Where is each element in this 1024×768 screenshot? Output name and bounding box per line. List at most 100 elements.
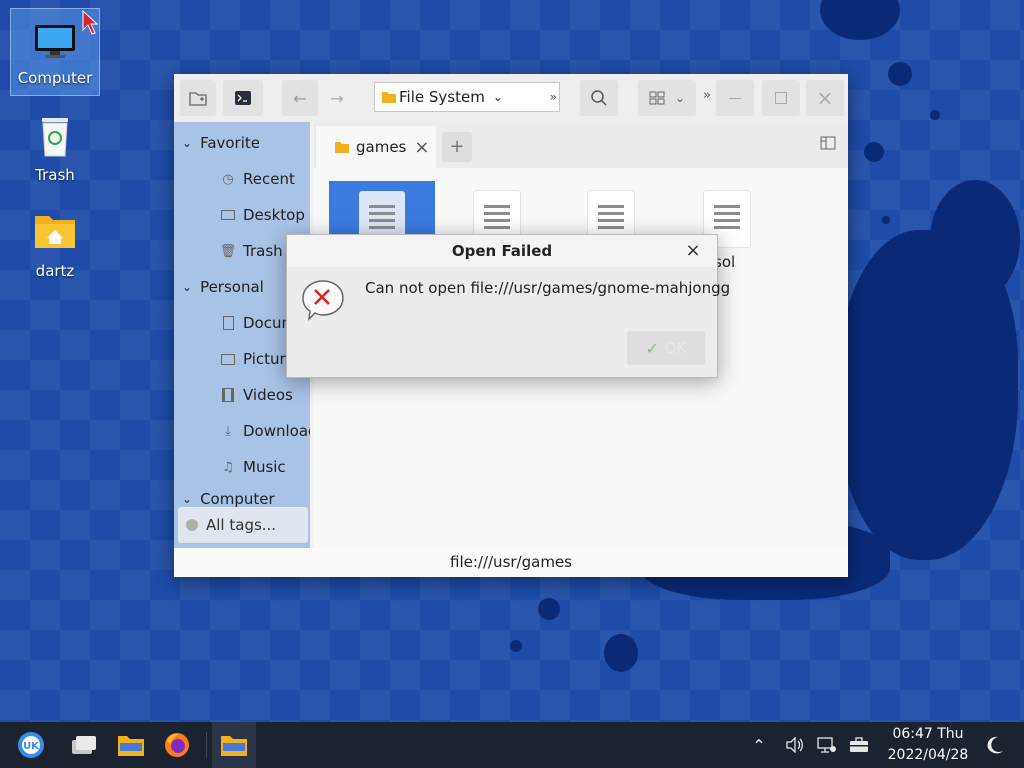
- sidebar-item-videos[interactable]: Videos: [174, 378, 310, 412]
- wallpaper-blob: [888, 62, 912, 86]
- sidebar-group-label: Personal: [200, 278, 264, 296]
- taskbar-separator: [206, 732, 207, 758]
- desktop-icon: [220, 207, 236, 223]
- terminal-button[interactable]: [223, 80, 263, 116]
- volume-button[interactable]: [784, 734, 806, 756]
- sidebar-group-label: Computer: [200, 490, 275, 508]
- tab-bar: games × +: [314, 122, 848, 168]
- picture-icon: [220, 351, 236, 367]
- desktop-icon-label: dartz: [35, 262, 75, 280]
- show-desktop-button[interactable]: [70, 731, 98, 759]
- arrow-left-icon: ←: [293, 88, 307, 108]
- wallpaper-blob: [820, 0, 900, 40]
- all-tags-button[interactable]: All tags...: [178, 507, 308, 543]
- sidebar-item-label: Music: [243, 458, 286, 476]
- maximize-button[interactable]: [762, 80, 800, 116]
- desktop-icon-trash[interactable]: Trash: [10, 104, 100, 192]
- toolbox-button[interactable]: [848, 734, 870, 756]
- network-icon: [817, 737, 836, 753]
- firefox-launcher[interactable]: [163, 731, 191, 759]
- folder-icon: [221, 736, 247, 756]
- wallpaper-blob: [882, 216, 890, 224]
- address-overflow[interactable]: »: [550, 90, 557, 104]
- new-folder-button[interactable]: [180, 80, 216, 116]
- address-bar[interactable]: File System ⌄ »: [374, 82, 560, 112]
- status-bar: file:///usr/games: [174, 548, 848, 577]
- moon-icon: [987, 736, 1003, 754]
- dialog-close-button[interactable]: ×: [683, 241, 703, 261]
- file-name: sol: [714, 253, 736, 271]
- speaker-icon: [786, 737, 803, 753]
- search-button[interactable]: [580, 80, 618, 116]
- file-item[interactable]: [329, 181, 435, 235]
- wallpaper-blob: [538, 598, 560, 620]
- clock[interactable]: 06:47 Thu 2022/04/28: [880, 724, 976, 766]
- ok-label: OK: [664, 339, 687, 357]
- plus-icon: +: [449, 136, 465, 157]
- close-icon: ×: [816, 86, 834, 110]
- taskbar: UK ⌃ 06:47 Thu 2022/04/28: [0, 722, 1024, 768]
- file-manager-launcher[interactable]: [117, 731, 145, 759]
- chevron-down-icon: ⌄: [182, 492, 193, 506]
- sidebar-item-desktop[interactable]: Desktop: [174, 198, 310, 232]
- sidebar-item-label: Desktop: [243, 206, 305, 224]
- wallpaper-blob: [930, 180, 1020, 300]
- tab-games[interactable]: games ×: [316, 126, 436, 168]
- sidebar-item-label: Recent: [243, 170, 295, 188]
- split-view-icon[interactable]: [820, 136, 836, 150]
- forward-button[interactable]: →: [320, 80, 354, 116]
- chevron-down-icon: ⌄: [492, 90, 503, 104]
- clock-icon: ◷: [222, 171, 234, 187]
- network-button[interactable]: [816, 734, 838, 756]
- sidebar-group-label: Favorite: [200, 134, 261, 152]
- sidebar-item-label: Downloads: [243, 422, 310, 440]
- close-icon: ×: [685, 240, 701, 261]
- dialog-title: Open Failed: [287, 235, 717, 267]
- document-icon: [220, 315, 236, 331]
- wallpaper-blob: [930, 110, 940, 120]
- close-tab-icon[interactable]: ×: [414, 137, 429, 158]
- all-tags-label: All tags...: [206, 516, 277, 534]
- sidebar-item-recent[interactable]: ◷ Recent: [174, 162, 310, 196]
- trash-bin-icon: [36, 114, 74, 162]
- dialog-message: Can not open file:///usr/games/gnome-mah…: [365, 279, 731, 297]
- add-tab-button[interactable]: +: [442, 132, 472, 162]
- grid-view-icon: [649, 91, 665, 105]
- view-mode-button[interactable]: ⌄: [638, 80, 696, 116]
- file-item[interactable]: [558, 181, 664, 235]
- desktop-icon-label: Computer: [17, 69, 93, 87]
- desktop-icon-home[interactable]: dartz: [10, 200, 100, 288]
- taskbar-active-window[interactable]: [212, 722, 256, 768]
- tab-label: games: [356, 138, 407, 156]
- toolbar-overflow[interactable]: »: [703, 88, 711, 103]
- start-menu-button[interactable]: UK: [17, 731, 45, 759]
- windows-overview-icon: [72, 736, 96, 754]
- sidebar-item-label: Trash: [243, 242, 283, 260]
- maximize-icon: [775, 92, 787, 104]
- chevron-down-icon: ⌄: [182, 136, 193, 150]
- error-icon: [301, 279, 345, 325]
- text-file-icon: [359, 191, 405, 235]
- ok-button[interactable]: ✓ OK: [627, 331, 705, 365]
- file-item[interactable]: [444, 181, 550, 235]
- open-failed-dialog: Open Failed × Can not open file:///usr/g…: [286, 234, 730, 378]
- wallpaper-blob: [510, 640, 522, 652]
- folder-icon: [118, 736, 144, 756]
- sidebar-group-favorite[interactable]: ⌄ Favorite: [174, 126, 310, 160]
- sidebar-item-music[interactable]: ♫ Music: [174, 450, 310, 484]
- mouse-cursor-icon: [82, 9, 99, 40]
- tag-icon: [186, 519, 198, 531]
- clock-time: 06:47 Thu: [892, 726, 964, 742]
- wallpaper-blob: [604, 634, 638, 672]
- search-icon: [591, 90, 607, 106]
- tray-expand-button[interactable]: ⌃: [748, 734, 770, 756]
- new-folder-icon: [189, 92, 207, 106]
- home-folder-icon: [33, 210, 77, 254]
- trash-icon: 🗑: [219, 243, 237, 259]
- close-button[interactable]: ×: [806, 80, 844, 116]
- night-mode-button[interactable]: [984, 734, 1006, 756]
- sidebar-item-downloads[interactable]: ⤓ Downloads: [174, 414, 310, 448]
- minimize-button[interactable]: [716, 80, 754, 116]
- back-button[interactable]: ←: [282, 80, 318, 116]
- music-note-icon: ♫: [222, 459, 234, 475]
